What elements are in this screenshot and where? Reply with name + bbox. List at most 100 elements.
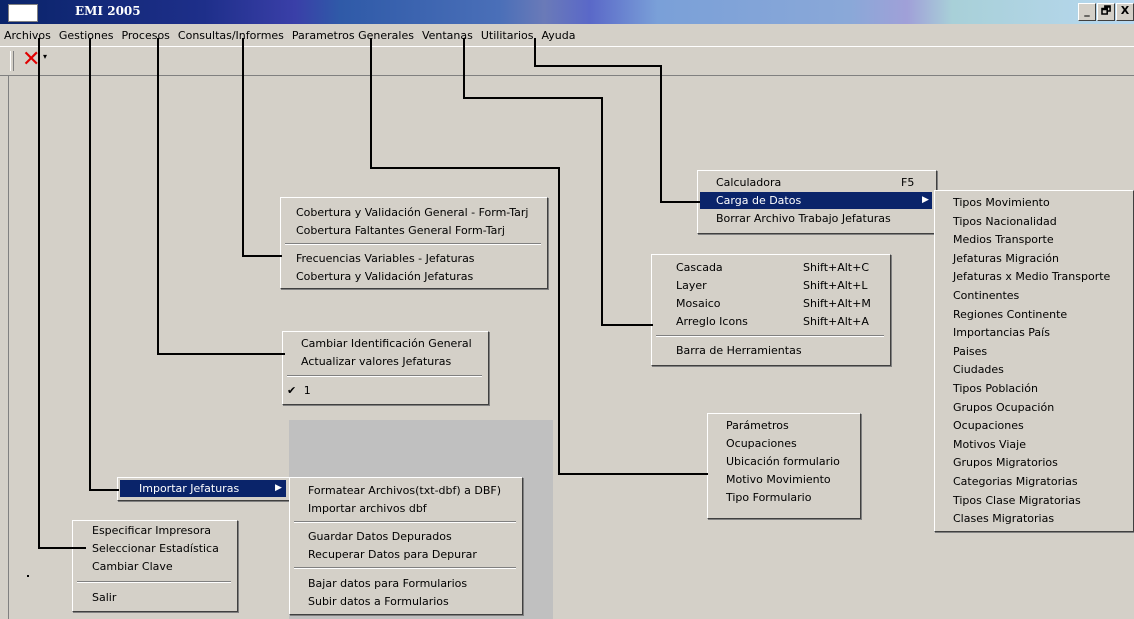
- menu-item[interactable]: Regiones Continente: [953, 306, 1110, 325]
- menu-separator: [285, 243, 541, 245]
- toolbar-grip[interactable]: [10, 51, 14, 71]
- menu-item-label: Calculadora: [716, 176, 782, 189]
- menu-item[interactable]: Cobertura Faltantes General Form-Tarj: [296, 224, 505, 237]
- menu-item[interactable]: Mosaico: [676, 297, 721, 310]
- menu-consultas-informes[interactable]: Consultas/Informes: [174, 25, 288, 45]
- connector-line: [601, 324, 653, 326]
- menu-item[interactable]: Barra de Herramientas: [676, 344, 802, 357]
- carga-list: Tipos Movimiento Tipos Nacionalidad Medi…: [953, 194, 1110, 529]
- menu-item[interactable]: Frecuencias Variables - Jefaturas: [296, 252, 475, 265]
- menu-item[interactable]: Tipos Movimiento: [953, 194, 1110, 213]
- gestiones-menu: Importar Jefaturas ▶: [117, 477, 291, 501]
- connector-line: [157, 38, 159, 354]
- menu-item[interactable]: Ubicación formulario: [726, 455, 840, 468]
- menu-item[interactable]: Ciudades: [953, 361, 1110, 380]
- app-icon: [8, 4, 38, 22]
- carga-de-datos-menu: Tipos Movimiento Tipos Nacionalidad Medi…: [934, 190, 1134, 532]
- menu-separator: [294, 567, 516, 569]
- close-button[interactable]: X: [1116, 3, 1134, 21]
- menu-item[interactable]: Especificar Impresora: [92, 524, 211, 537]
- menu-item[interactable]: Salir: [92, 591, 116, 604]
- menu-item[interactable]: Seleccionar Estadística: [92, 542, 219, 555]
- menu-item-label: Borrar Archivo Trabajo Jefaturas: [716, 212, 891, 225]
- shortcut-label: Shift+Alt+M: [803, 297, 871, 310]
- menu-item[interactable]: Grupos Ocupación: [953, 399, 1110, 418]
- menu-item[interactable]: Arreglo Icons: [676, 315, 748, 328]
- menu-separator: [294, 521, 516, 523]
- menu-item[interactable]: Jefaturas x Medio Transporte: [953, 268, 1110, 287]
- ventanas-menu: Cascada Shift+Alt+C Layer Shift+Alt+L Mo…: [651, 254, 891, 366]
- connector-line: [157, 353, 285, 355]
- menu-item[interactable]: Medios Transporte: [953, 231, 1110, 250]
- connector-line: [242, 38, 244, 256]
- menu-item[interactable]: Jefaturas Migración: [953, 250, 1110, 269]
- connector-line: [463, 97, 603, 99]
- parametros-generales-menu: Parámetros Ocupaciones Ubicación formula…: [707, 413, 861, 519]
- connector-line: [660, 201, 700, 203]
- submenu-arrow-icon: ▶: [922, 195, 929, 205]
- menu-item[interactable]: Layer: [676, 279, 707, 292]
- chevron-down-icon[interactable]: ▾: [43, 52, 47, 61]
- menu-item[interactable]: Recuperar Datos para Depurar: [308, 548, 477, 561]
- connector-line: [38, 38, 40, 548]
- submenu-arrow-icon: ▶: [275, 483, 282, 493]
- menu-item-label: Importar Jefaturas: [139, 482, 240, 495]
- menu-bar: Archivos Gestiones Procesos Consultas/In…: [0, 25, 1134, 45]
- utilitarios-menu: Calculadora F5 Carga de Datos ▶ Borrar A…: [697, 170, 937, 234]
- menu-procesos[interactable]: Procesos: [117, 25, 173, 45]
- menu-item[interactable]: Motivo Movimiento: [726, 473, 831, 486]
- connector-line: [558, 473, 708, 475]
- menu-item[interactable]: Cambiar Identificación General: [301, 337, 472, 350]
- menu-item-importar-jefaturas[interactable]: Importar Jefaturas ▶: [120, 480, 286, 497]
- menu-item[interactable]: Clases Migratorias: [953, 510, 1110, 529]
- menu-item[interactable]: Cambiar Clave: [92, 560, 173, 573]
- menu-item[interactable]: Tipos Clase Migratorias: [953, 492, 1110, 511]
- menu-item[interactable]: Actualizar valores Jefaturas: [301, 355, 451, 368]
- menu-utilitarios[interactable]: Utilitarios: [477, 25, 538, 45]
- menu-item[interactable]: Tipos Población: [953, 380, 1110, 399]
- menu-item[interactable]: Formatear Archivos(txt-dbf) a DBF): [308, 484, 501, 497]
- connector-line: [370, 167, 560, 169]
- menu-ayuda[interactable]: Ayuda: [538, 25, 580, 45]
- menu-item[interactable]: Bajar datos para Formularios: [308, 577, 467, 590]
- menu-item[interactable]: Subir datos a Formularios: [308, 595, 449, 608]
- menu-item[interactable]: Importar archivos dbf: [308, 502, 427, 515]
- menu-item[interactable]: Ocupaciones: [953, 417, 1110, 436]
- connector-line: [89, 489, 119, 491]
- menu-item[interactable]: Cascada: [676, 261, 723, 274]
- menu-parametros-generales[interactable]: Parametros Generales: [288, 25, 418, 45]
- menu-item[interactable]: Tipos Nacionalidad: [953, 213, 1110, 232]
- menu-item[interactable]: Categorias Migratorias: [953, 473, 1110, 492]
- menu-item-carga-de-datos[interactable]: Carga de Datos ▶: [700, 192, 932, 209]
- menu-item[interactable]: Tipo Formulario: [726, 491, 811, 504]
- restore-button[interactable]: 🗗: [1097, 3, 1115, 21]
- menu-item[interactable]: Parámetros: [726, 419, 789, 432]
- connector-line: [89, 38, 91, 490]
- menu-item[interactable]: Cobertura y Validación Jefaturas: [296, 270, 473, 283]
- menu-item[interactable]: Motivos Viaje: [953, 436, 1110, 455]
- menu-gestiones[interactable]: Gestiones: [55, 25, 118, 45]
- minimize-button[interactable]: _: [1078, 3, 1096, 21]
- menu-item-window-1[interactable]: ✔ 1: [287, 384, 311, 397]
- menu-item-calculadora[interactable]: Calculadora F5: [700, 174, 932, 191]
- toolbar: ✕ ▾: [0, 46, 1134, 76]
- stray-dot: [27, 575, 29, 577]
- menu-item-borrar-archivo[interactable]: Borrar Archivo Trabajo Jefaturas: [700, 210, 932, 227]
- menu-item[interactable]: Grupos Migratorios: [953, 454, 1110, 473]
- menu-item[interactable]: Ocupaciones: [726, 437, 797, 450]
- importar-jefaturas-menu: Formatear Archivos(txt-dbf) a DBF) Impor…: [289, 477, 523, 615]
- menu-ventanas[interactable]: Ventanas: [418, 25, 477, 45]
- menu-item[interactable]: Continentes: [953, 287, 1110, 306]
- menu-item[interactable]: Paises: [953, 343, 1110, 362]
- menu-item[interactable]: Guardar Datos Depurados: [308, 530, 452, 543]
- shortcut-label: F5: [901, 176, 915, 189]
- menu-archivos[interactable]: Archivos: [0, 25, 55, 45]
- connector-line: [463, 38, 465, 98]
- connector-line: [601, 97, 603, 325]
- archivos-menu: Especificar Impresora Seleccionar Estadí…: [72, 520, 238, 612]
- menu-item[interactable]: Cobertura y Validación General - Form-Ta…: [296, 206, 528, 219]
- menu-item[interactable]: Importancias País: [953, 324, 1110, 343]
- connector-line: [558, 167, 560, 474]
- menu-item-label: 1: [303, 384, 311, 397]
- connector-line: [38, 547, 86, 549]
